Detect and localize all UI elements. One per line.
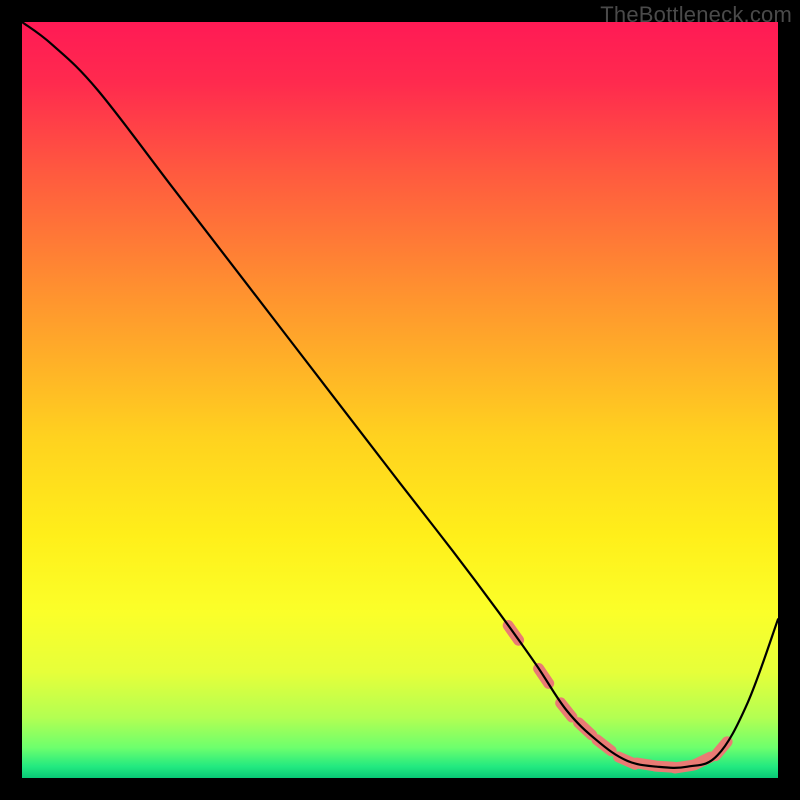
chart-svg [22,22,778,778]
chart-frame: TheBottleneck.com [0,0,800,800]
heatmap-background [22,22,778,778]
plot-area [22,22,778,778]
watermark-text: TheBottleneck.com [600,2,792,28]
